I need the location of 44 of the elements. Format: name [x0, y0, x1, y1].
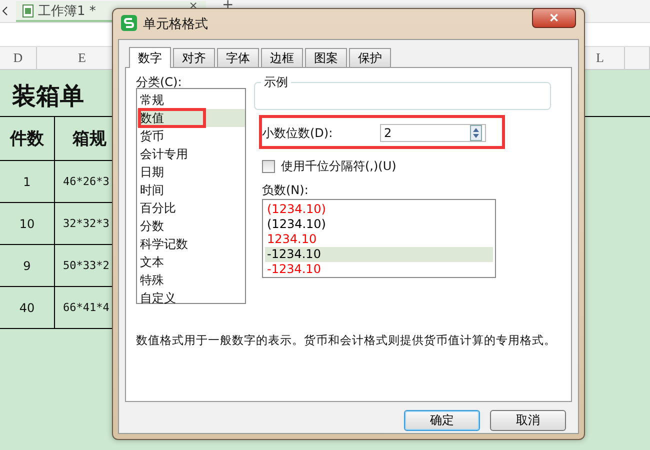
dialog-tab[interactable]: 图案: [305, 48, 347, 67]
checkbox[interactable]: [262, 160, 275, 173]
category-item[interactable]: 特殊: [137, 271, 245, 289]
thousands-separator-label: 使用千位分隔符(,)(U): [281, 158, 396, 175]
category-item[interactable]: 会计专用: [137, 145, 245, 163]
scroll-left-icon[interactable]: [0, 6, 10, 16]
category-item[interactable]: 常规: [137, 91, 245, 109]
decimal-places-field[interactable]: 2: [380, 124, 486, 142]
negative-format-item[interactable]: -1234.10: [265, 262, 493, 277]
category-item[interactable]: 科学记数: [137, 235, 245, 253]
decimal-places-label: 小数位数(D):: [262, 124, 334, 142]
table-cell: 9: [0, 245, 55, 287]
format-description: 数值格式用于一般数字的表示。货币和会计格式则提供货币值计算的专用格式。: [136, 333, 557, 348]
spinner-arrows-icon[interactable]: [470, 125, 482, 141]
sample-label: 示例: [263, 74, 289, 91]
negative-format-item[interactable]: -1234.10: [265, 247, 493, 262]
category-item[interactable]: 百分比: [137, 199, 245, 217]
category-item[interactable]: 日期: [137, 163, 245, 181]
negative-format-item[interactable]: (1234.10): [265, 217, 493, 232]
dialog-tab[interactable]: 数字: [129, 47, 171, 68]
dialog-tab[interactable]: 边框: [261, 48, 303, 67]
negative-format-item[interactable]: 1234.10: [265, 232, 493, 247]
dialog-tab[interactable]: 字体: [217, 48, 259, 67]
spreadsheet-icon: [22, 4, 34, 18]
category-item[interactable]: 数值: [137, 109, 245, 127]
category-item[interactable]: 货币: [137, 127, 245, 145]
table-header: 件数: [0, 117, 55, 161]
negative-numbers-label: 负数(N):: [261, 182, 310, 196]
table-cell: 1: [0, 161, 55, 203]
column-header[interactable]: D: [0, 47, 37, 69]
app-logo-icon: [121, 14, 137, 34]
table-cell: 10: [0, 203, 55, 245]
ok-button[interactable]: 确定: [404, 410, 480, 431]
dialog-tab[interactable]: 保护: [349, 48, 391, 67]
cancel-button[interactable]: 取消: [490, 410, 566, 431]
category-item[interactable]: 分数: [137, 217, 245, 235]
sheet-title: 装箱单: [12, 81, 84, 112]
category-item[interactable]: 自定义: [137, 289, 245, 307]
table-cell: 40: [0, 287, 55, 329]
category-item[interactable]: 时间: [137, 181, 245, 199]
category-label: 分类(C):: [136, 74, 183, 88]
category-item[interactable]: 文本: [137, 253, 245, 271]
dialog-tab[interactable]: 对齐: [173, 48, 215, 67]
negative-format-item[interactable]: (1234.10): [265, 202, 493, 217]
